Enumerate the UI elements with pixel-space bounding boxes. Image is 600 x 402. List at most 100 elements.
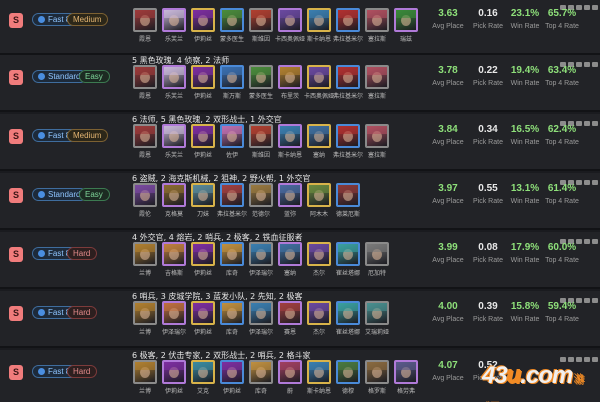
win-value: 13.1% — [510, 183, 540, 194]
champion-unit[interactable]: 杰尔 — [306, 242, 334, 286]
champion-unit[interactable]: 伊泽瑞尔 — [248, 242, 276, 286]
action-icon[interactable] — [592, 62, 598, 67]
champion-unit[interactable]: 乐芙兰 — [161, 65, 189, 109]
action-icon[interactable] — [584, 298, 590, 303]
champion-unit[interactable]: 弗拉基米尔 — [333, 8, 363, 52]
champion-unit[interactable]: 刀妹 — [190, 183, 218, 227]
champion-unit[interactable]: 霞伦 — [132, 183, 160, 227]
champion-unit[interactable]: 格劳弗 — [393, 360, 421, 402]
champion-unit[interactable]: 乐芙兰 — [161, 124, 189, 168]
champion-unit[interactable]: 伊莉丝 — [190, 242, 218, 286]
action-icon[interactable] — [584, 121, 590, 126]
champion-unit[interactable]: 吉格斯 — [161, 242, 189, 286]
champion-unit[interactable]: 兰博 — [132, 242, 160, 286]
champion-unit[interactable]: 斯卡纳恩 — [306, 8, 334, 52]
level-icon — [38, 250, 45, 257]
champion-unit[interactable]: 卡西奥佩娅 — [304, 65, 334, 109]
champion-unit[interactable]: 乐芙兰 — [161, 8, 189, 52]
difficulty-tag: Hard — [67, 247, 98, 260]
champion-unit[interactable]: 弗拉基米尔 — [217, 183, 247, 227]
action-icon[interactable] — [584, 62, 590, 67]
champion-unit[interactable]: 斯万斯 — [219, 65, 247, 109]
comp-row[interactable]: S Fast 8 Hard 4 外交官, 4 熔岩, 2 哨兵, 2 极客, 2 铁血… — [0, 232, 600, 289]
champion-unit[interactable]: 伊泽瑞尔 — [248, 301, 276, 345]
champion-unit[interactable]: 卡西奥佩娅 — [275, 8, 305, 52]
champion-unit[interactable]: 塞纳 — [277, 242, 305, 286]
pick-value: 0.16 — [478, 8, 498, 19]
action-icon[interactable] — [592, 180, 598, 185]
action-icon[interactable] — [592, 121, 598, 126]
champion-unit[interactable]: 伊莉丝 — [219, 360, 247, 402]
champion-portrait — [278, 242, 302, 266]
champion-unit[interactable]: 德莱厄斯 — [335, 183, 363, 227]
champion-unit[interactable]: 塞拉斯 — [364, 8, 392, 52]
champion-unit[interactable]: 德穆 — [335, 360, 363, 402]
action-icon[interactable] — [584, 180, 590, 185]
top4-value: 63.4% — [547, 65, 577, 76]
action-icon[interactable] — [592, 298, 598, 303]
champion-unit[interactable]: 塞纳 — [306, 124, 334, 168]
champion-unit[interactable]: 兰博 — [132, 301, 160, 345]
champion-unit[interactable]: 塞拉斯 — [364, 65, 392, 109]
comp-row[interactable]: S Fast 8 Medium 6 法师, 5 黑色玫瑰, 2 双形战士, 1 外交官… — [0, 114, 600, 171]
champion-unit[interactable]: 范德尔 — [248, 183, 276, 227]
champion-portrait — [162, 360, 186, 384]
champion-unit[interactable]: 瑞兹 — [393, 8, 421, 52]
champion-unit[interactable]: 艾瑞莉娅 — [364, 301, 392, 345]
pick-label: Pick Rate — [473, 23, 503, 30]
champion-unit[interactable]: 蓝弥 — [277, 183, 305, 227]
champion-unit[interactable]: 库奇 — [219, 301, 247, 345]
champion-unit[interactable]: 斯维因 — [248, 124, 276, 168]
champion-unit[interactable]: 布里茨 — [277, 65, 305, 109]
champion-unit[interactable]: 蒙多医生 — [219, 8, 247, 52]
comp-row[interactable]: S Standard Easy 6 盗贼, 2 海克斯机械, 2 狙神, 2 野火帮,… — [0, 173, 600, 230]
champion-unit[interactable]: 霞恩 — [132, 65, 160, 109]
champion-unit[interactable]: 伊莉丝 — [161, 360, 189, 402]
action-icon[interactable] — [592, 239, 598, 244]
champion-unit[interactable]: 霞恩 — [132, 124, 160, 168]
champion-unit[interactable]: 弗拉基米尔 — [333, 124, 363, 168]
comp-row[interactable]: S Standard Easy 5 黑色玫瑰, 4 侦察, 2 法师 霞恩 乐芙兰 伊莉丝斯… — [0, 55, 600, 112]
champion-name: 塞拉斯 — [367, 152, 386, 159]
champion-unit[interactable]: 塞拉斯 — [364, 124, 392, 168]
comp-row[interactable]: S Fast 8 Hard 6 哨兵, 3 皮城学院, 3 蓝发小队, 2 先知, 2… — [0, 291, 600, 348]
champion-unit[interactable]: 崔丝塔娜 — [335, 242, 363, 286]
champion-unit[interactable]: 格罗斯 — [364, 360, 392, 402]
champion-unit[interactable]: 崔丝塔娜 — [335, 301, 363, 345]
level-icon — [38, 191, 45, 198]
champion-portrait — [278, 65, 302, 89]
champion-unit[interactable]: 伊莉丝 — [190, 124, 218, 168]
champion-unit[interactable]: 佐伊 — [219, 124, 247, 168]
champion-unit[interactable]: 库奇 — [248, 360, 276, 402]
action-icon[interactable] — [584, 5, 590, 10]
champion-unit[interactable]: 伊莉丝 — [190, 65, 218, 109]
champion-unit[interactable]: 伊泽瑞尔 — [161, 301, 189, 345]
champion-portrait — [162, 124, 186, 148]
champion-unit[interactable]: 蒙多医生 — [248, 65, 276, 109]
champion-unit[interactable]: 艾克 — [190, 360, 218, 402]
champion-unit[interactable]: 兰博 — [132, 360, 160, 402]
action-icon[interactable] — [592, 5, 598, 10]
champion-unit[interactable]: 斯维因 — [248, 8, 276, 52]
comp-row[interactable]: S Fast 8 Medium 霞恩 乐芙兰 伊莉丝 蒙多医生 斯维因 卡西奥佩娅 斯卡纳恩 弗拉基… — [0, 0, 600, 55]
champion-unit[interactable]: 弗拉基米尔 — [333, 65, 363, 109]
champion-unit[interactable]: 赛恩 — [277, 301, 305, 345]
champion-unit[interactable]: 阿木木 — [306, 183, 334, 227]
champion-unit[interactable]: 斯卡纳恩 — [277, 124, 305, 168]
champion-unit[interactable]: 伊莉丝 — [190, 301, 218, 345]
champion-unit[interactable]: 杰尔 — [306, 301, 334, 345]
champion-unit[interactable]: 霞恩 — [132, 8, 160, 52]
tier-badge: S — [9, 365, 23, 380]
champion-unit[interactable]: 库奇 — [219, 242, 247, 286]
difficulty-tag: Hard — [67, 306, 98, 319]
champion-unit[interactable]: 伊莉丝 — [190, 8, 218, 52]
champion-unit[interactable]: 蔚 — [277, 360, 305, 402]
action-icon[interactable] — [584, 239, 590, 244]
avg-value: 3.97 — [438, 183, 458, 194]
champion-portrait — [336, 242, 360, 266]
champion-unit[interactable]: 斯卡纳恩 — [306, 360, 334, 402]
avg-value: 3.84 — [438, 124, 458, 135]
action-icon[interactable] — [592, 357, 598, 362]
champion-unit[interactable]: 厄加特 — [364, 242, 392, 286]
champion-unit[interactable]: 克格莫 — [161, 183, 189, 227]
